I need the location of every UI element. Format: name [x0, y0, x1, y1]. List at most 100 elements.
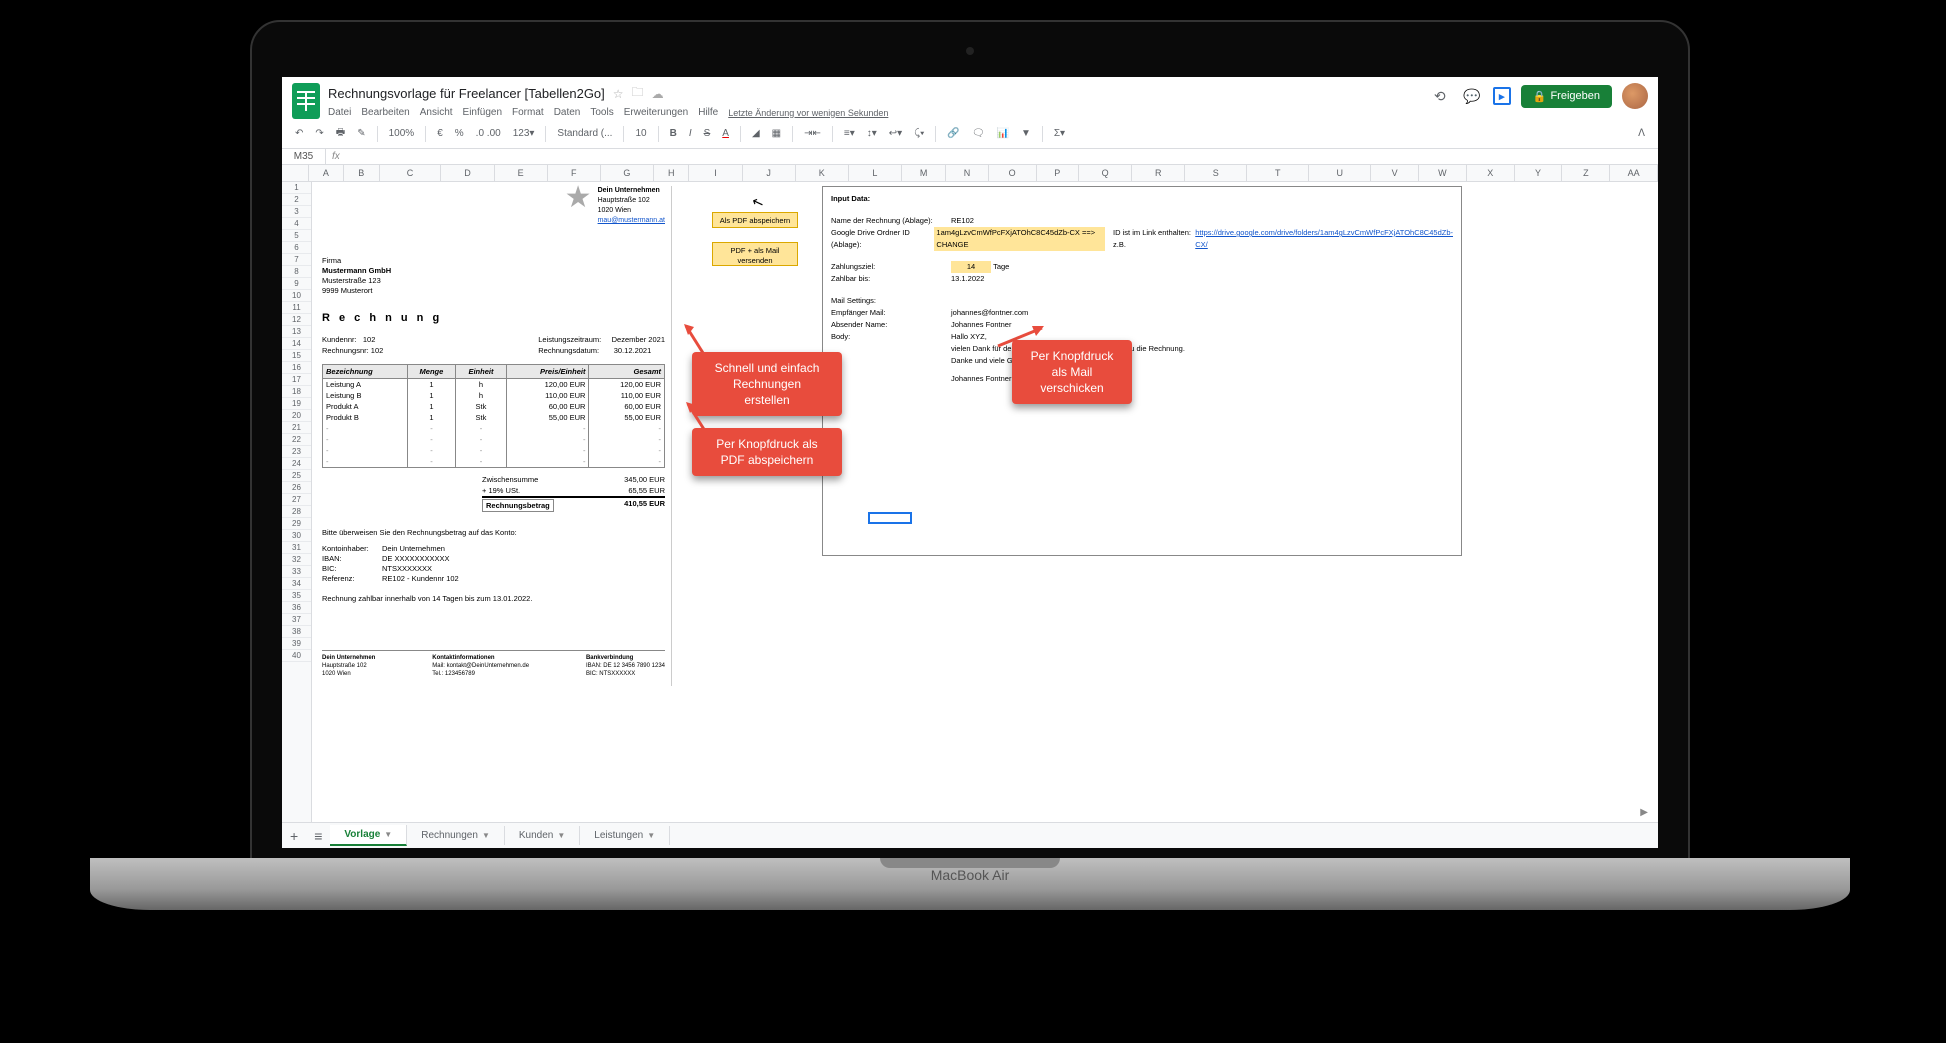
meet-icon[interactable]: ▸ — [1493, 87, 1511, 105]
row-headers[interactable]: 1234567891011121314151617181920212223242… — [282, 182, 312, 823]
menu-bearbeiten[interactable]: Bearbeiten — [361, 107, 409, 118]
menu-erweiterungen[interactable]: Erweiterungen — [624, 107, 688, 118]
selected-cell[interactable] — [868, 512, 912, 524]
row-header[interactable]: 14 — [282, 338, 311, 350]
functions-icon[interactable]: Σ▾ — [1051, 126, 1068, 141]
menu-ansicht[interactable]: Ansicht — [420, 107, 453, 118]
sheets-logo-icon[interactable] — [292, 83, 320, 119]
column-header[interactable]: K — [796, 165, 849, 181]
comment-icon[interactable]: 💬 — [1461, 85, 1483, 107]
column-header[interactable]: P — [1037, 165, 1080, 181]
row-header[interactable]: 23 — [282, 446, 311, 458]
column-header[interactable]: L — [849, 165, 902, 181]
row-header[interactable]: 22 — [282, 434, 311, 446]
star-icon[interactable]: ☆ — [613, 87, 624, 101]
rotate-icon[interactable]: ⤹▾ — [911, 126, 927, 141]
share-button[interactable]: 🔒 Freigeben — [1521, 85, 1612, 108]
last-edit-link[interactable]: Letzte Änderung vor wenigen Sekunden — [728, 108, 888, 118]
row-header[interactable]: 15 — [282, 350, 311, 362]
row-header[interactable]: 25 — [282, 470, 311, 482]
row-header[interactable]: 3 — [282, 206, 311, 218]
row-header[interactable]: 30 — [282, 530, 311, 542]
print-icon[interactable]: 🖶 — [333, 123, 348, 144]
decimals-icon[interactable]: .0 .00 — [473, 126, 504, 141]
send-mail-button[interactable]: PDF + als Mail versenden — [712, 242, 798, 266]
row-header[interactable]: 20 — [282, 410, 311, 422]
row-header[interactable]: 18 — [282, 386, 311, 398]
borders-icon[interactable]: ▦ — [769, 126, 784, 141]
font-size[interactable]: 10 — [632, 126, 649, 141]
column-header[interactable]: Q — [1079, 165, 1132, 181]
fill-color-icon[interactable]: ◢ — [749, 126, 763, 141]
row-header[interactable]: 32 — [282, 554, 311, 566]
row-header[interactable]: 13 — [282, 326, 311, 338]
save-pdf-button[interactable]: Als PDF abspeichern — [712, 212, 798, 228]
strike-icon[interactable]: S — [701, 126, 714, 141]
tab-leistungen[interactable]: Leistungen▼ — [580, 826, 670, 845]
chevron-down-icon[interactable]: ▼ — [482, 831, 490, 840]
chart-icon[interactable]: 📊 — [994, 126, 1012, 141]
tab-vorlage[interactable]: Vorlage▼ — [330, 825, 407, 846]
column-header[interactable]: O — [989, 165, 1037, 181]
column-header[interactable]: B — [344, 165, 379, 181]
wrap-icon[interactable]: ↩▾ — [886, 126, 905, 141]
menu-einfuegen[interactable]: Einfügen — [463, 107, 502, 118]
collapse-icon[interactable]: ᐱ — [1635, 126, 1648, 141]
filter-icon[interactable]: ▼ — [1018, 126, 1034, 141]
menu-hilfe[interactable]: Hilfe — [698, 107, 718, 118]
name-box-input[interactable] — [282, 149, 326, 164]
row-header[interactable]: 33 — [282, 566, 311, 578]
history-icon[interactable]: ⟲ — [1429, 85, 1451, 107]
row-header[interactable]: 5 — [282, 230, 311, 242]
scroll-right-icon[interactable]: ▶ — [1640, 807, 1648, 818]
valign-icon[interactable]: ↕▾ — [864, 126, 880, 141]
chevron-down-icon[interactable]: ▼ — [384, 830, 392, 839]
redo-icon[interactable]: ↷ — [312, 126, 326, 141]
row-header[interactable]: 6 — [282, 242, 311, 254]
comment-btn-icon[interactable]: 🗨 — [969, 126, 988, 141]
merge-icon[interactable]: ⇥⇤ — [801, 126, 824, 141]
row-header[interactable]: 16 — [282, 362, 311, 374]
menu-tools[interactable]: Tools — [590, 107, 613, 118]
row-header[interactable]: 2 — [282, 194, 311, 206]
row-header[interactable]: 36 — [282, 602, 311, 614]
menu-daten[interactable]: Daten — [554, 107, 581, 118]
menu-datei[interactable]: Datei — [328, 107, 351, 118]
column-header[interactable]: Y — [1515, 165, 1563, 181]
move-icon[interactable]: 🗀 — [632, 83, 644, 104]
column-header[interactable]: V — [1371, 165, 1419, 181]
row-header[interactable]: 19 — [282, 398, 311, 410]
more-formats[interactable]: 123▾ — [510, 126, 538, 141]
undo-icon[interactable]: ↶ — [292, 126, 306, 141]
row-header[interactable]: 26 — [282, 482, 311, 494]
column-header[interactable]: N — [946, 165, 989, 181]
row-header[interactable]: 29 — [282, 518, 311, 530]
column-header[interactable]: H — [654, 165, 689, 181]
column-header[interactable]: W — [1419, 165, 1467, 181]
column-header[interactable]: G — [601, 165, 654, 181]
row-header[interactable]: 10 — [282, 290, 311, 302]
row-header[interactable]: 11 — [282, 302, 311, 314]
menu-format[interactable]: Format — [512, 107, 544, 118]
row-header[interactable]: 1 — [282, 182, 311, 194]
column-header[interactable]: M — [902, 165, 946, 181]
column-header[interactable]: S — [1185, 165, 1247, 181]
row-header[interactable]: 4 — [282, 218, 311, 230]
bold-icon[interactable]: B — [667, 126, 680, 141]
column-header[interactable]: A — [309, 165, 344, 181]
row-header[interactable]: 27 — [282, 494, 311, 506]
row-header[interactable]: 24 — [282, 458, 311, 470]
halign-icon[interactable]: ≡▾ — [841, 126, 858, 141]
column-header[interactable]: Z — [1562, 165, 1610, 181]
paint-icon[interactable]: ✎ — [354, 126, 368, 141]
tab-kunden[interactable]: Kunden▼ — [505, 826, 580, 845]
percent-icon[interactable]: % — [452, 126, 467, 141]
column-headers[interactable]: ABCDEFGHIJKLMNOPQRSTUVWXYZAA — [282, 165, 1658, 182]
add-sheet-icon[interactable]: + — [282, 828, 306, 844]
row-header[interactable]: 8 — [282, 266, 311, 278]
row-header[interactable]: 28 — [282, 506, 311, 518]
column-header[interactable]: U — [1309, 165, 1371, 181]
column-header[interactable]: X — [1467, 165, 1515, 181]
column-header[interactable]: F — [548, 165, 601, 181]
column-header[interactable]: D — [441, 165, 494, 181]
